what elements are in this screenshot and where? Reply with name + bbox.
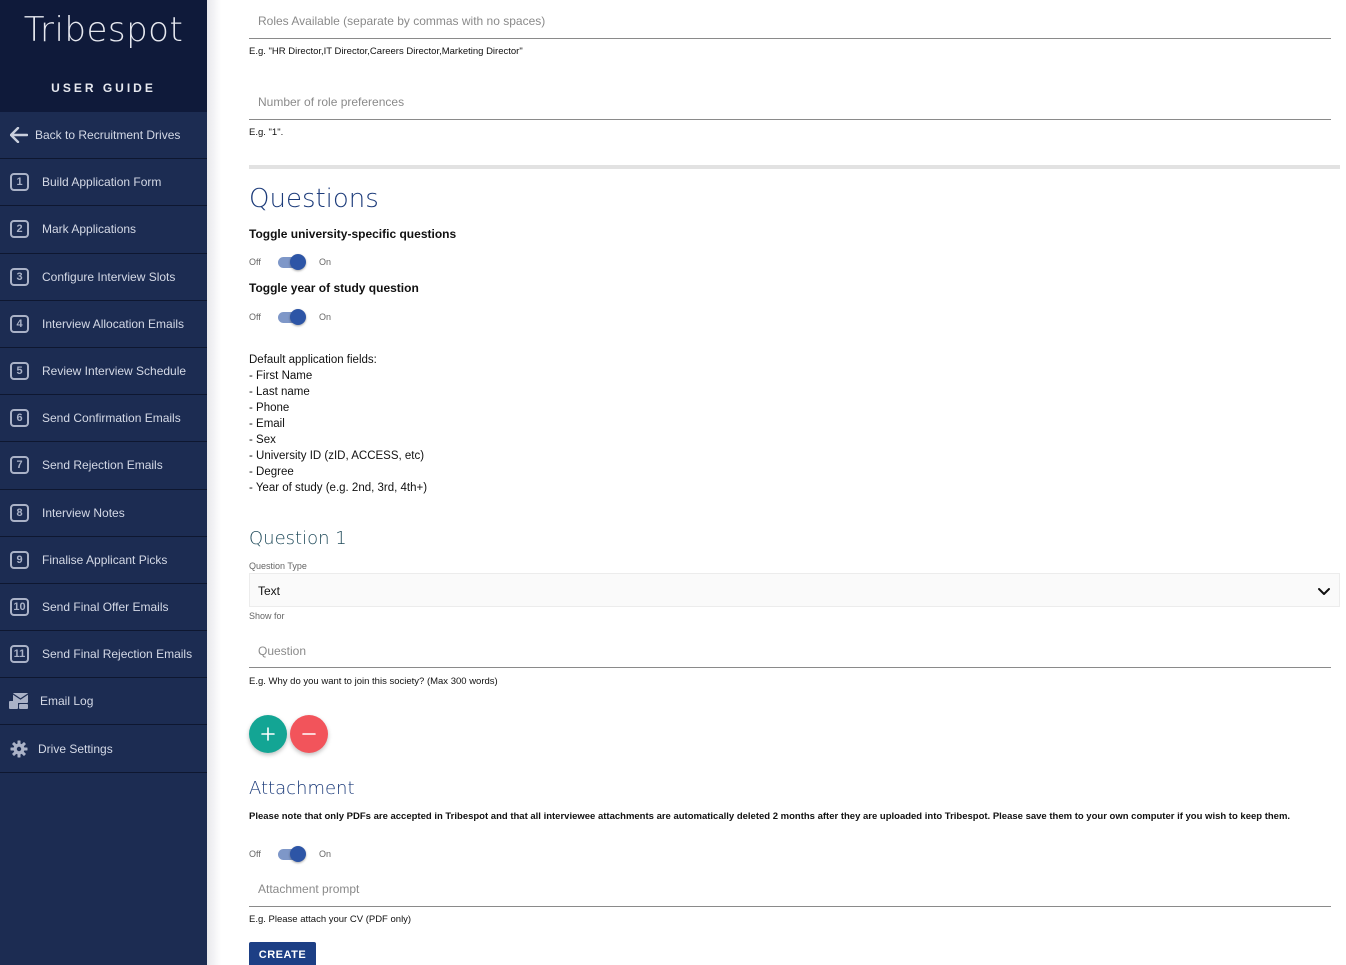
toggle-on-label: On bbox=[319, 257, 332, 267]
list-item: - Phone bbox=[249, 402, 290, 414]
remove-question-button[interactable] bbox=[290, 715, 328, 753]
sidebar-item-send-rejection-emails[interactable]: 7 Send Rejection Emails bbox=[0, 442, 207, 490]
sidebar-item-drive-settings[interactable]: Drive Settings bbox=[0, 725, 207, 773]
sidebar-nav: Back to Recruitment Drives 1 Build Appli… bbox=[0, 112, 207, 773]
sidebar-item-configure-interview-slots[interactable]: 3 Configure Interview Slots bbox=[0, 253, 207, 301]
toggle-on-label: On bbox=[319, 849, 332, 859]
list-item: - University ID (zID, ACCESS, etc) bbox=[249, 450, 425, 462]
list-item: - Last name bbox=[249, 386, 310, 398]
step-number-icon: 5 bbox=[10, 362, 29, 381]
email-log-icon bbox=[8, 691, 30, 711]
question-type-value: Text bbox=[258, 584, 281, 598]
sidebar-item-label: Send Final Rejection Emails bbox=[42, 647, 193, 662]
step-number-icon: 10 bbox=[10, 597, 29, 616]
sidebar-item-mark-applications[interactable]: 2 Mark Applications bbox=[0, 206, 207, 254]
attachment-prompt-underline bbox=[249, 906, 1331, 907]
toggle-university-label: Toggle university-specific questions bbox=[249, 227, 457, 241]
toggle-off-label: Off bbox=[249, 257, 261, 267]
sidebar-item-email-log[interactable]: Email Log bbox=[0, 678, 207, 726]
plus-icon bbox=[261, 727, 275, 741]
university-questions-toggle[interactable]: Off On bbox=[249, 254, 369, 272]
roles-hint: E.g. "HR Director,IT Director,Careers Di… bbox=[249, 46, 523, 57]
add-question-button[interactable] bbox=[249, 715, 287, 753]
toggle-knob[interactable] bbox=[290, 846, 306, 862]
attachment-prompt-input[interactable]: Attachment prompt bbox=[258, 882, 359, 896]
toggle-on-label: On bbox=[319, 312, 332, 322]
section-divider bbox=[249, 165, 1340, 169]
step-number-icon: 8 bbox=[10, 503, 29, 522]
step-number-icon: 2 bbox=[10, 220, 29, 239]
attachment-prompt-hint: E.g. Please attach your CV (PDF only) bbox=[249, 914, 412, 925]
list-item: - Year of study (e.g. 2nd, 3rd, 4th+) bbox=[249, 482, 428, 494]
sidebar-item-build-application-form[interactable]: 1 Build Application Form bbox=[0, 159, 207, 207]
step-number-icon: 7 bbox=[10, 456, 29, 475]
create-button[interactable]: CREATE bbox=[249, 942, 316, 965]
sidebar-item-interview-notes[interactable]: 8 Interview Notes bbox=[0, 489, 207, 537]
toggle-off-label: Off bbox=[249, 312, 261, 322]
sidebar-item-label: Mark Applications bbox=[42, 222, 137, 237]
back-to-recruitment-drives[interactable]: Back to Recruitment Drives bbox=[0, 112, 207, 160]
list-item: - Sex bbox=[249, 434, 276, 446]
attachment-note: Please note that only PDFs are accepted … bbox=[249, 811, 1291, 822]
sidebar-item-label: Interview Allocation Emails bbox=[42, 316, 185, 331]
sidebar-item-send-final-offer-emails[interactable]: 10 Send Final Offer Emails bbox=[0, 583, 207, 632]
sidebar-item-label: Build Application Form bbox=[42, 175, 162, 190]
sidebar-item-label: Finalise Applicant Picks bbox=[42, 552, 168, 567]
content-shadow bbox=[207, 0, 221, 965]
step-number-icon: 11 bbox=[10, 645, 29, 664]
sidebar-item-label: Review Interview Schedule bbox=[42, 364, 187, 379]
question-type-label: Question Type bbox=[249, 561, 307, 571]
step-number-icon: 3 bbox=[10, 267, 29, 286]
role-preferences-hint: E.g. "1". bbox=[249, 127, 284, 138]
toggle-knob[interactable] bbox=[290, 309, 306, 325]
sidebar-item-finalise-applicant-picks[interactable]: 9 Finalise Applicant Picks bbox=[0, 536, 207, 584]
gear-icon bbox=[8, 739, 30, 759]
step-number-icon: 1 bbox=[10, 173, 29, 192]
year-of-study-toggle[interactable]: Off On bbox=[249, 309, 369, 327]
question-input[interactable]: Question bbox=[258, 644, 306, 658]
logo-area: Tribespot USER GUIDE bbox=[0, 0, 207, 112]
attachment-heading: Attachment bbox=[249, 778, 355, 799]
list-item: - Email bbox=[249, 418, 285, 430]
arrow-left-icon bbox=[8, 125, 30, 145]
sidebar-item-interview-allocation-emails[interactable]: 4 Interview Allocation Emails bbox=[0, 300, 207, 348]
logo: Tribespot bbox=[23, 10, 184, 50]
step-number-icon: 4 bbox=[10, 314, 29, 333]
sidebar-item-label: Send Confirmation Emails bbox=[42, 411, 181, 426]
question-input-underline bbox=[249, 667, 1331, 668]
role-preferences-input[interactable]: Number of role preferences bbox=[258, 95, 404, 109]
list-item: - Degree bbox=[249, 466, 294, 478]
default-fields-title: Default application fields: bbox=[249, 354, 377, 366]
user-guide-link[interactable]: USER GUIDE bbox=[0, 81, 207, 95]
sidebar-item-review-interview-schedule[interactable]: 5 Review Interview Schedule bbox=[0, 347, 207, 396]
sidebar-item-send-confirmation-emails[interactable]: 6 Send Confirmation Emails bbox=[0, 395, 207, 443]
step-number-icon: 6 bbox=[10, 409, 29, 428]
toggle-year-label: Toggle year of study question bbox=[249, 281, 419, 295]
sidebar-item-label: Send Rejection Emails bbox=[42, 458, 163, 473]
sidebar-item-send-final-rejection-emails[interactable]: 11 Send Final Rejection Emails bbox=[0, 631, 207, 679]
roles-available-input[interactable]: Roles Available (separate by commas with… bbox=[258, 14, 545, 28]
question-type-select[interactable]: Text bbox=[249, 573, 1340, 607]
sidebar: Tribespot USER GUIDE Back to Recruitment… bbox=[0, 0, 207, 965]
minus-icon bbox=[302, 733, 316, 735]
question-hint: E.g. Why do you want to join this societ… bbox=[249, 676, 498, 687]
attachment-toggle[interactable]: Off On bbox=[249, 846, 369, 864]
question-1-heading: Question 1 bbox=[249, 528, 347, 549]
sidebar-item-label: Interview Notes bbox=[42, 505, 125, 520]
sidebar-item-label: Send Final Offer Emails bbox=[42, 599, 169, 614]
toggle-off-label: Off bbox=[249, 849, 261, 859]
toggle-knob[interactable] bbox=[290, 254, 306, 270]
roles-input-underline bbox=[249, 38, 1331, 39]
questions-heading: Questions bbox=[249, 184, 379, 214]
sidebar-item-label: Email Log bbox=[40, 694, 94, 709]
step-number-icon: 9 bbox=[10, 550, 29, 569]
show-for-label: Show for bbox=[249, 611, 285, 621]
chevron-down-icon bbox=[1317, 584, 1331, 598]
sidebar-item-label: Configure Interview Slots bbox=[42, 269, 176, 284]
role-preferences-underline bbox=[249, 119, 1331, 120]
sidebar-item-label: Drive Settings bbox=[38, 741, 113, 756]
list-item: - First Name bbox=[249, 370, 313, 382]
back-label: Back to Recruitment Drives bbox=[35, 128, 181, 143]
default-fields-list: Default application fields: - First Name… bbox=[249, 352, 427, 496]
